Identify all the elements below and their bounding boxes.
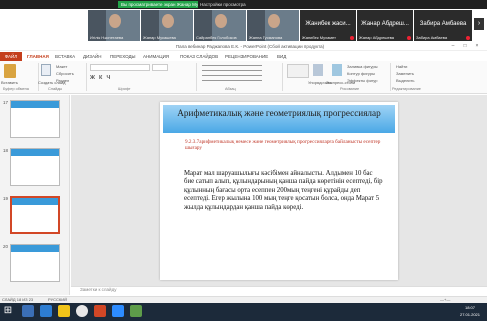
slide-thumbnail[interactable]	[10, 148, 60, 186]
mic-muted-icon	[407, 36, 411, 40]
editing-group-label: Редактирование	[392, 87, 421, 91]
ribbon-separator	[390, 63, 391, 91]
notes-placeholder[interactable]: Заметки к слайду	[80, 287, 116, 292]
align-icon[interactable]	[202, 75, 262, 81]
screen-share-banner: Вы просматриваете экран Жанар Мукашева	[118, 1, 198, 8]
zoom-icon[interactable]	[112, 305, 124, 317]
participant-tile[interactable]: Игілік Нәспетаева	[88, 10, 140, 41]
tab-review[interactable]: РЕЦЕНЗИРОВАНИЕ	[225, 53, 268, 61]
paste-icon[interactable]	[4, 64, 16, 78]
quick-styles-icon[interactable]	[332, 64, 342, 76]
slide-thumbnail[interactable]	[10, 244, 60, 282]
shapes-gallery[interactable]	[287, 64, 309, 78]
avatar	[267, 14, 280, 28]
section-button[interactable]: Раздел	[56, 78, 69, 83]
slide-subtitle[interactable]: 9.2.3.7арифметикалық немесе және геометр…	[185, 139, 385, 159]
shape-fill-button[interactable]: Заливка фигуры	[347, 64, 378, 69]
ribbon-separator	[282, 63, 283, 91]
avatar	[214, 14, 227, 28]
slide-thumbnail[interactable]	[10, 100, 60, 138]
status-bar	[0, 296, 487, 303]
list-icon[interactable]	[202, 65, 262, 71]
view-settings-button[interactable]: Настройки просмотра	[200, 1, 270, 8]
folder-icon[interactable]	[58, 305, 70, 317]
tab-insert[interactable]: ВСТАВКА	[55, 53, 75, 61]
participant-tile[interactable]: Сайранбек Голобоков	[194, 10, 246, 41]
ie-icon[interactable]	[40, 305, 52, 317]
tray-clock[interactable]: 18:07 27.01.2021	[455, 304, 485, 320]
slide-body-text[interactable]: Марат мал шаруашылығы кәсібімен айналыст…	[184, 170, 384, 234]
ribbon-separator	[86, 63, 87, 91]
participant-tile[interactable]: Жанар Абдреш... Жанар Абдрешева	[357, 10, 413, 41]
tab-home[interactable]: ГЛАВНАЯ	[27, 53, 49, 61]
avatar	[108, 14, 121, 28]
zoom-slider[interactable]: —+—	[440, 297, 450, 302]
reset-button[interactable]: Сбросить	[56, 71, 74, 76]
ribbon-separator	[196, 63, 197, 91]
tab-slideshow[interactable]: ПОКАЗ СЛАЙДОВ	[180, 53, 218, 61]
mic-muted-icon	[350, 36, 354, 40]
app-icon[interactable]	[130, 305, 142, 317]
replace-button[interactable]: Заменить	[396, 71, 414, 76]
layout-button[interactable]: Макет	[56, 64, 67, 69]
participant-tile[interactable]: Жанибек жаси... Жанибек Мухамет	[300, 10, 356, 41]
participant-tile[interactable]: Забира Амбаева Забира Амбаева	[414, 10, 472, 41]
tab-view[interactable]: ВИД	[277, 53, 286, 61]
slide-title[interactable]: Арифметикалық және геометриялық прогресс…	[165, 107, 393, 133]
thumb-number: 17	[3, 100, 9, 105]
windows-start-icon[interactable]: ⊞	[2, 305, 14, 317]
font-format-buttons[interactable]: ЖКЧ	[90, 75, 114, 81]
avatar	[161, 14, 174, 28]
shape-outline-button[interactable]: Контур фигуры	[347, 71, 375, 76]
slide-thumbnail-selected[interactable]	[10, 196, 60, 234]
arrange-icon[interactable]	[313, 64, 323, 76]
maximize-icon[interactable]: □	[460, 43, 470, 50]
tab-transitions[interactable]: ПЕРЕХОДЫ	[110, 53, 136, 61]
language-indicator[interactable]: РУССКИЙ	[48, 297, 67, 302]
close-icon[interactable]: ×	[472, 43, 482, 50]
drawing-group-label: Рисование	[340, 87, 360, 91]
shape-effects-button[interactable]: Эффекты фигур	[347, 78, 377, 83]
tab-animation[interactable]: АНИМАЦИЯ	[143, 53, 169, 61]
tab-design[interactable]: ДИЗАЙН	[83, 53, 102, 61]
thumb-number: 18	[3, 148, 9, 153]
window-title: Пала вебинар Раджапова Е.К. - PowerPoint…	[175, 44, 325, 49]
chevron-right-icon[interactable]: ›	[474, 18, 484, 30]
minimize-icon[interactable]: –	[448, 43, 458, 50]
font-size-select[interactable]	[152, 64, 168, 71]
participant-tile[interactable]: Жанар Мукашева	[141, 10, 193, 41]
paragraph-group-label: Абзац	[225, 87, 236, 91]
explorer-icon[interactable]	[22, 305, 34, 317]
select-button[interactable]: Выделить	[396, 78, 414, 83]
participant-tile[interactable]: Жанна Гусманова	[247, 10, 299, 41]
slides-group-label: Слайды	[48, 87, 63, 91]
powerpoint-icon[interactable]	[94, 305, 106, 317]
clipboard-group-label: Буфер обмена	[3, 87, 29, 91]
font-family-select[interactable]	[90, 64, 150, 71]
chrome-icon[interactable]	[76, 305, 88, 317]
notes-pane[interactable]	[71, 286, 487, 296]
windows-taskbar	[0, 303, 487, 321]
font-group-label: Шрифт	[118, 87, 131, 91]
paste-button[interactable]: Вставить	[1, 80, 18, 85]
new-slide-icon[interactable]	[41, 64, 51, 76]
tab-file[interactable]: ФАЙЛ	[0, 52, 22, 61]
thumb-number: 20	[3, 244, 9, 249]
ribbon-separator	[38, 63, 39, 91]
thumb-number: 19	[3, 196, 9, 201]
find-button[interactable]: Найти	[396, 64, 407, 69]
mic-muted-icon	[466, 36, 470, 40]
slide-counter: СЛАЙД 18 ИЗ 23	[2, 297, 34, 302]
